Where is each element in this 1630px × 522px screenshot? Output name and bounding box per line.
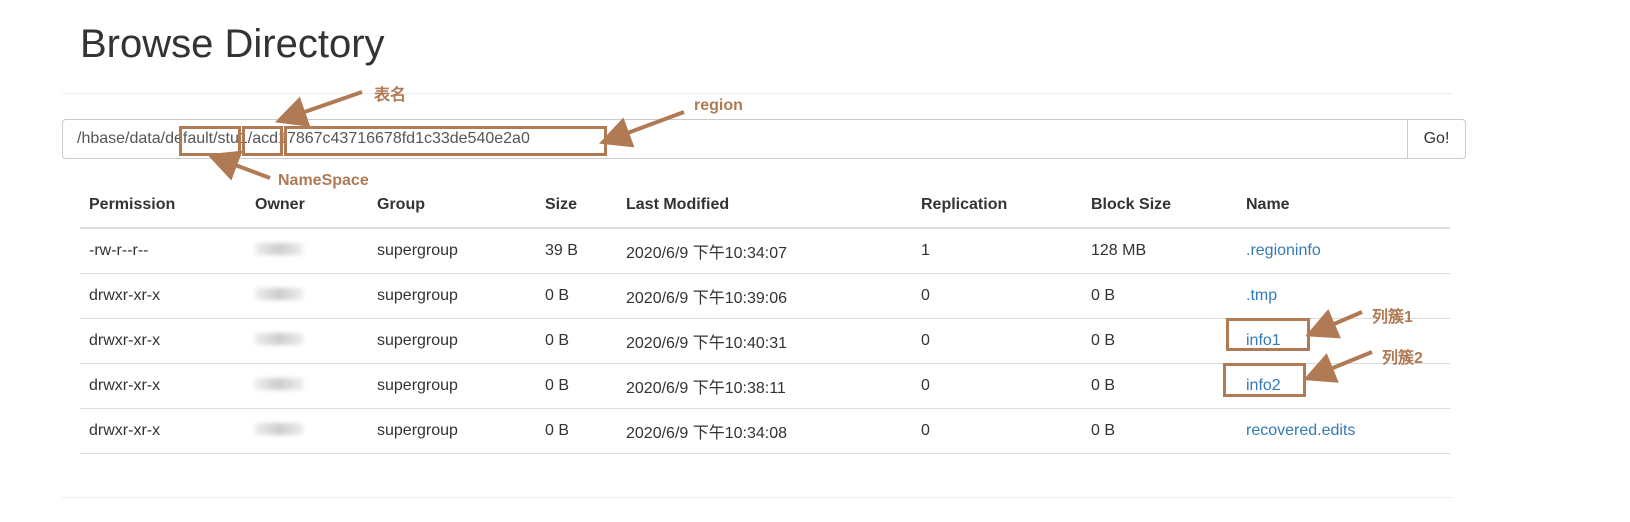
cf1-note: 列簇1 bbox=[1372, 309, 1413, 326]
region-note: region bbox=[694, 97, 743, 114]
region-arrow bbox=[599, 110, 685, 148]
cf2-arrow bbox=[1303, 350, 1373, 383]
annotation-arrows bbox=[207, 90, 1373, 383]
namespace-arrow bbox=[207, 150, 271, 181]
cf1-arrow bbox=[1305, 308, 1363, 339]
namespace-note: NameSpace bbox=[278, 172, 369, 189]
table-name-note: 表名 bbox=[374, 87, 407, 104]
table-name-arrow bbox=[274, 90, 363, 127]
cf2-note: 列簇2 bbox=[1382, 350, 1423, 367]
footer-divider bbox=[62, 497, 1452, 498]
